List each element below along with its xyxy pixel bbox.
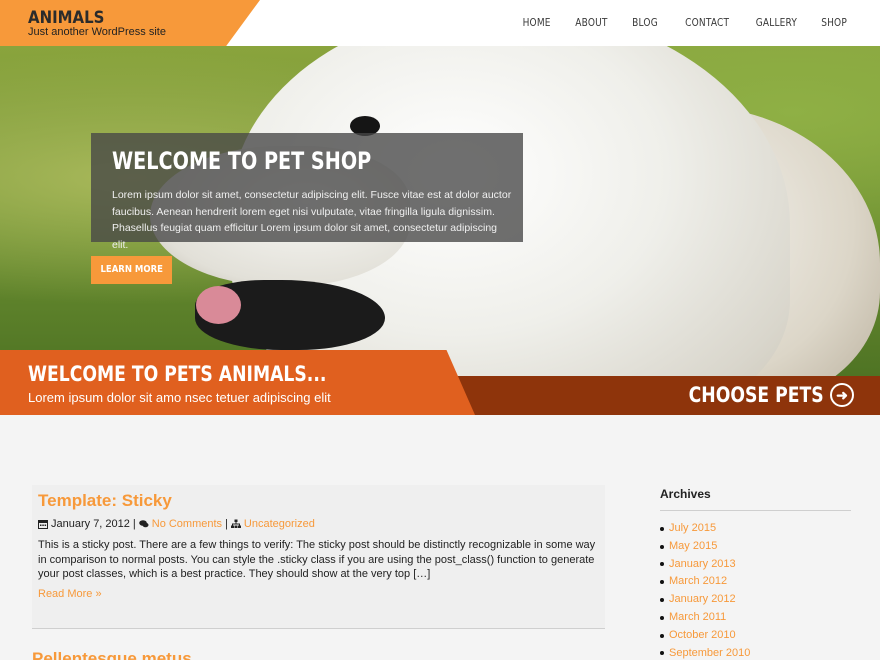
nav-item-home[interactable]: HOME (505, 17, 550, 29)
post-excerpt: This is a sticky post. There are a few t… (38, 539, 596, 580)
post-divider (32, 628, 605, 629)
post-title[interactable]: Template: Sticky (38, 491, 172, 511)
bullet-icon (660, 598, 664, 603)
meta-separator: | (132, 518, 136, 530)
archives-divider (660, 510, 851, 511)
nav-item-gallery[interactable]: GALLERY (738, 17, 797, 29)
archive-item[interactable]: January 2013 (660, 556, 750, 574)
welcome-banner: WELCOME TO PETS ANIMALS... Lorem ipsum d… (0, 350, 475, 415)
bullet-icon (660, 651, 664, 656)
choose-pets-bar: CHOOSE PETS ➜ (440, 376, 880, 415)
site-header: ANIMALS Just another WordPress site HOME… (0, 0, 880, 46)
learn-more-button[interactable]: LEARN MORE (91, 256, 172, 284)
choose-pets-label: CHOOSE PETS (688, 383, 824, 407)
archive-item[interactable]: March 2011 (660, 609, 750, 627)
nav-item-shop[interactable]: SHOP (804, 17, 847, 29)
archives-title: Archives (660, 487, 711, 501)
sitemap-icon (230, 519, 241, 528)
dog-tongue-image (196, 286, 241, 324)
bullet-icon (660, 544, 664, 549)
read-more-link[interactable]: Read More » (38, 588, 102, 600)
bullet-icon (660, 580, 664, 585)
archive-item-label[interactable]: March 2011 (669, 609, 726, 627)
post-date: January 7, 2012 (51, 518, 130, 530)
learn-more-label: LEARN MORE (100, 264, 163, 275)
archive-item-label[interactable]: January 2013 (669, 556, 736, 574)
banner-subtitle: Lorem ipsum dolor sit amo nsec tetuer ad… (28, 390, 331, 405)
banner-title: WELCOME TO PETS ANIMALS... (28, 362, 327, 386)
bullet-icon (660, 562, 664, 567)
bullet-icon (660, 633, 664, 638)
archive-item-label[interactable]: October 2010 (669, 627, 736, 645)
post-title-2[interactable]: Pellentesque metus (32, 649, 192, 660)
archive-item-label[interactable]: January 2012 (669, 591, 736, 609)
archive-item-label[interactable]: July 2015 (669, 520, 716, 538)
archive-item[interactable]: May 2015 (660, 538, 750, 556)
hero-title: WELCOME TO PET SHOP (112, 147, 372, 175)
post-comments-link[interactable]: No Comments (152, 518, 222, 530)
bullet-icon (660, 615, 664, 620)
post-category-link[interactable]: Uncategorized (244, 518, 315, 530)
nav-item-about[interactable]: ABOUT (558, 17, 608, 29)
main-nav: HOME ABOUT BLOG CONTACT GALLERY SHOP (498, 17, 847, 29)
archive-item-label[interactable]: September 2010 (669, 645, 750, 660)
hero-text: Lorem ipsum dolor sit amet, consectetur … (112, 189, 512, 251)
site-description: Just another WordPress site (28, 26, 166, 38)
calendar-icon (38, 520, 48, 529)
site-title[interactable]: ANIMALS (28, 8, 104, 28)
archive-item-label[interactable]: March 2012 (669, 573, 727, 591)
meta-separator: | (225, 518, 228, 530)
archive-item[interactable]: January 2012 (660, 591, 750, 609)
choose-pets-link[interactable]: CHOOSE PETS ➜ (659, 383, 854, 407)
hero-slider: WELCOME TO PET SHOP Lorem ipsum dolor si… (0, 46, 880, 376)
nav-item-contact[interactable]: CONTACT (668, 17, 729, 29)
archive-item[interactable]: October 2010 (660, 627, 750, 645)
archives-list: July 2015 May 2015 January 2013 March 20… (660, 520, 750, 660)
arrow-circle-right-icon[interactable]: ➜ (830, 383, 854, 407)
comments-icon (138, 520, 149, 528)
archive-item[interactable]: September 2010 (660, 645, 750, 660)
archive-item[interactable]: March 2012 (660, 573, 750, 591)
hero-caption-panel: WELCOME TO PET SHOP Lorem ipsum dolor si… (91, 133, 523, 251)
post-meta: January 7, 2012 | No Comments | Uncatego… (38, 518, 315, 530)
archive-item-label[interactable]: May 2015 (669, 538, 717, 556)
archive-item[interactable]: July 2015 (660, 520, 750, 538)
bullet-icon (660, 526, 664, 531)
post-sticky: Template: Sticky January 7, 2012 | No Co… (32, 485, 605, 628)
nav-item-blog[interactable]: BLOG (615, 17, 658, 29)
